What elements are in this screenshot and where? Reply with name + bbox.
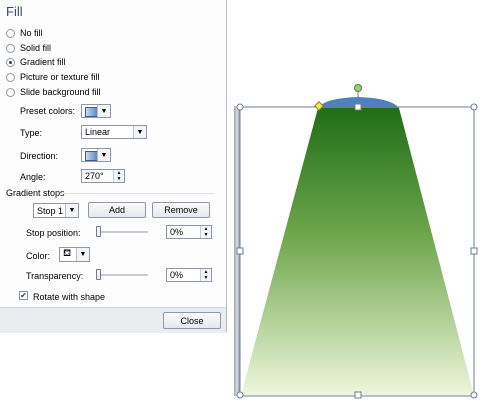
resize-handle-n[interactable] — [354, 103, 362, 111]
resize-handle-w[interactable] — [236, 247, 244, 255]
resize-handle-ne[interactable] — [470, 103, 478, 111]
rotation-handle[interactable] — [354, 84, 362, 92]
slide-canvas — [236, 84, 478, 399]
resize-handle-nw[interactable] — [236, 103, 244, 111]
resize-handle-se[interactable] — [470, 391, 478, 399]
resize-handle-sw[interactable] — [236, 391, 244, 399]
resize-handle-s[interactable] — [354, 391, 362, 399]
trapezoid-shape[interactable] — [241, 108, 474, 395]
resize-handle-e[interactable] — [470, 247, 478, 255]
